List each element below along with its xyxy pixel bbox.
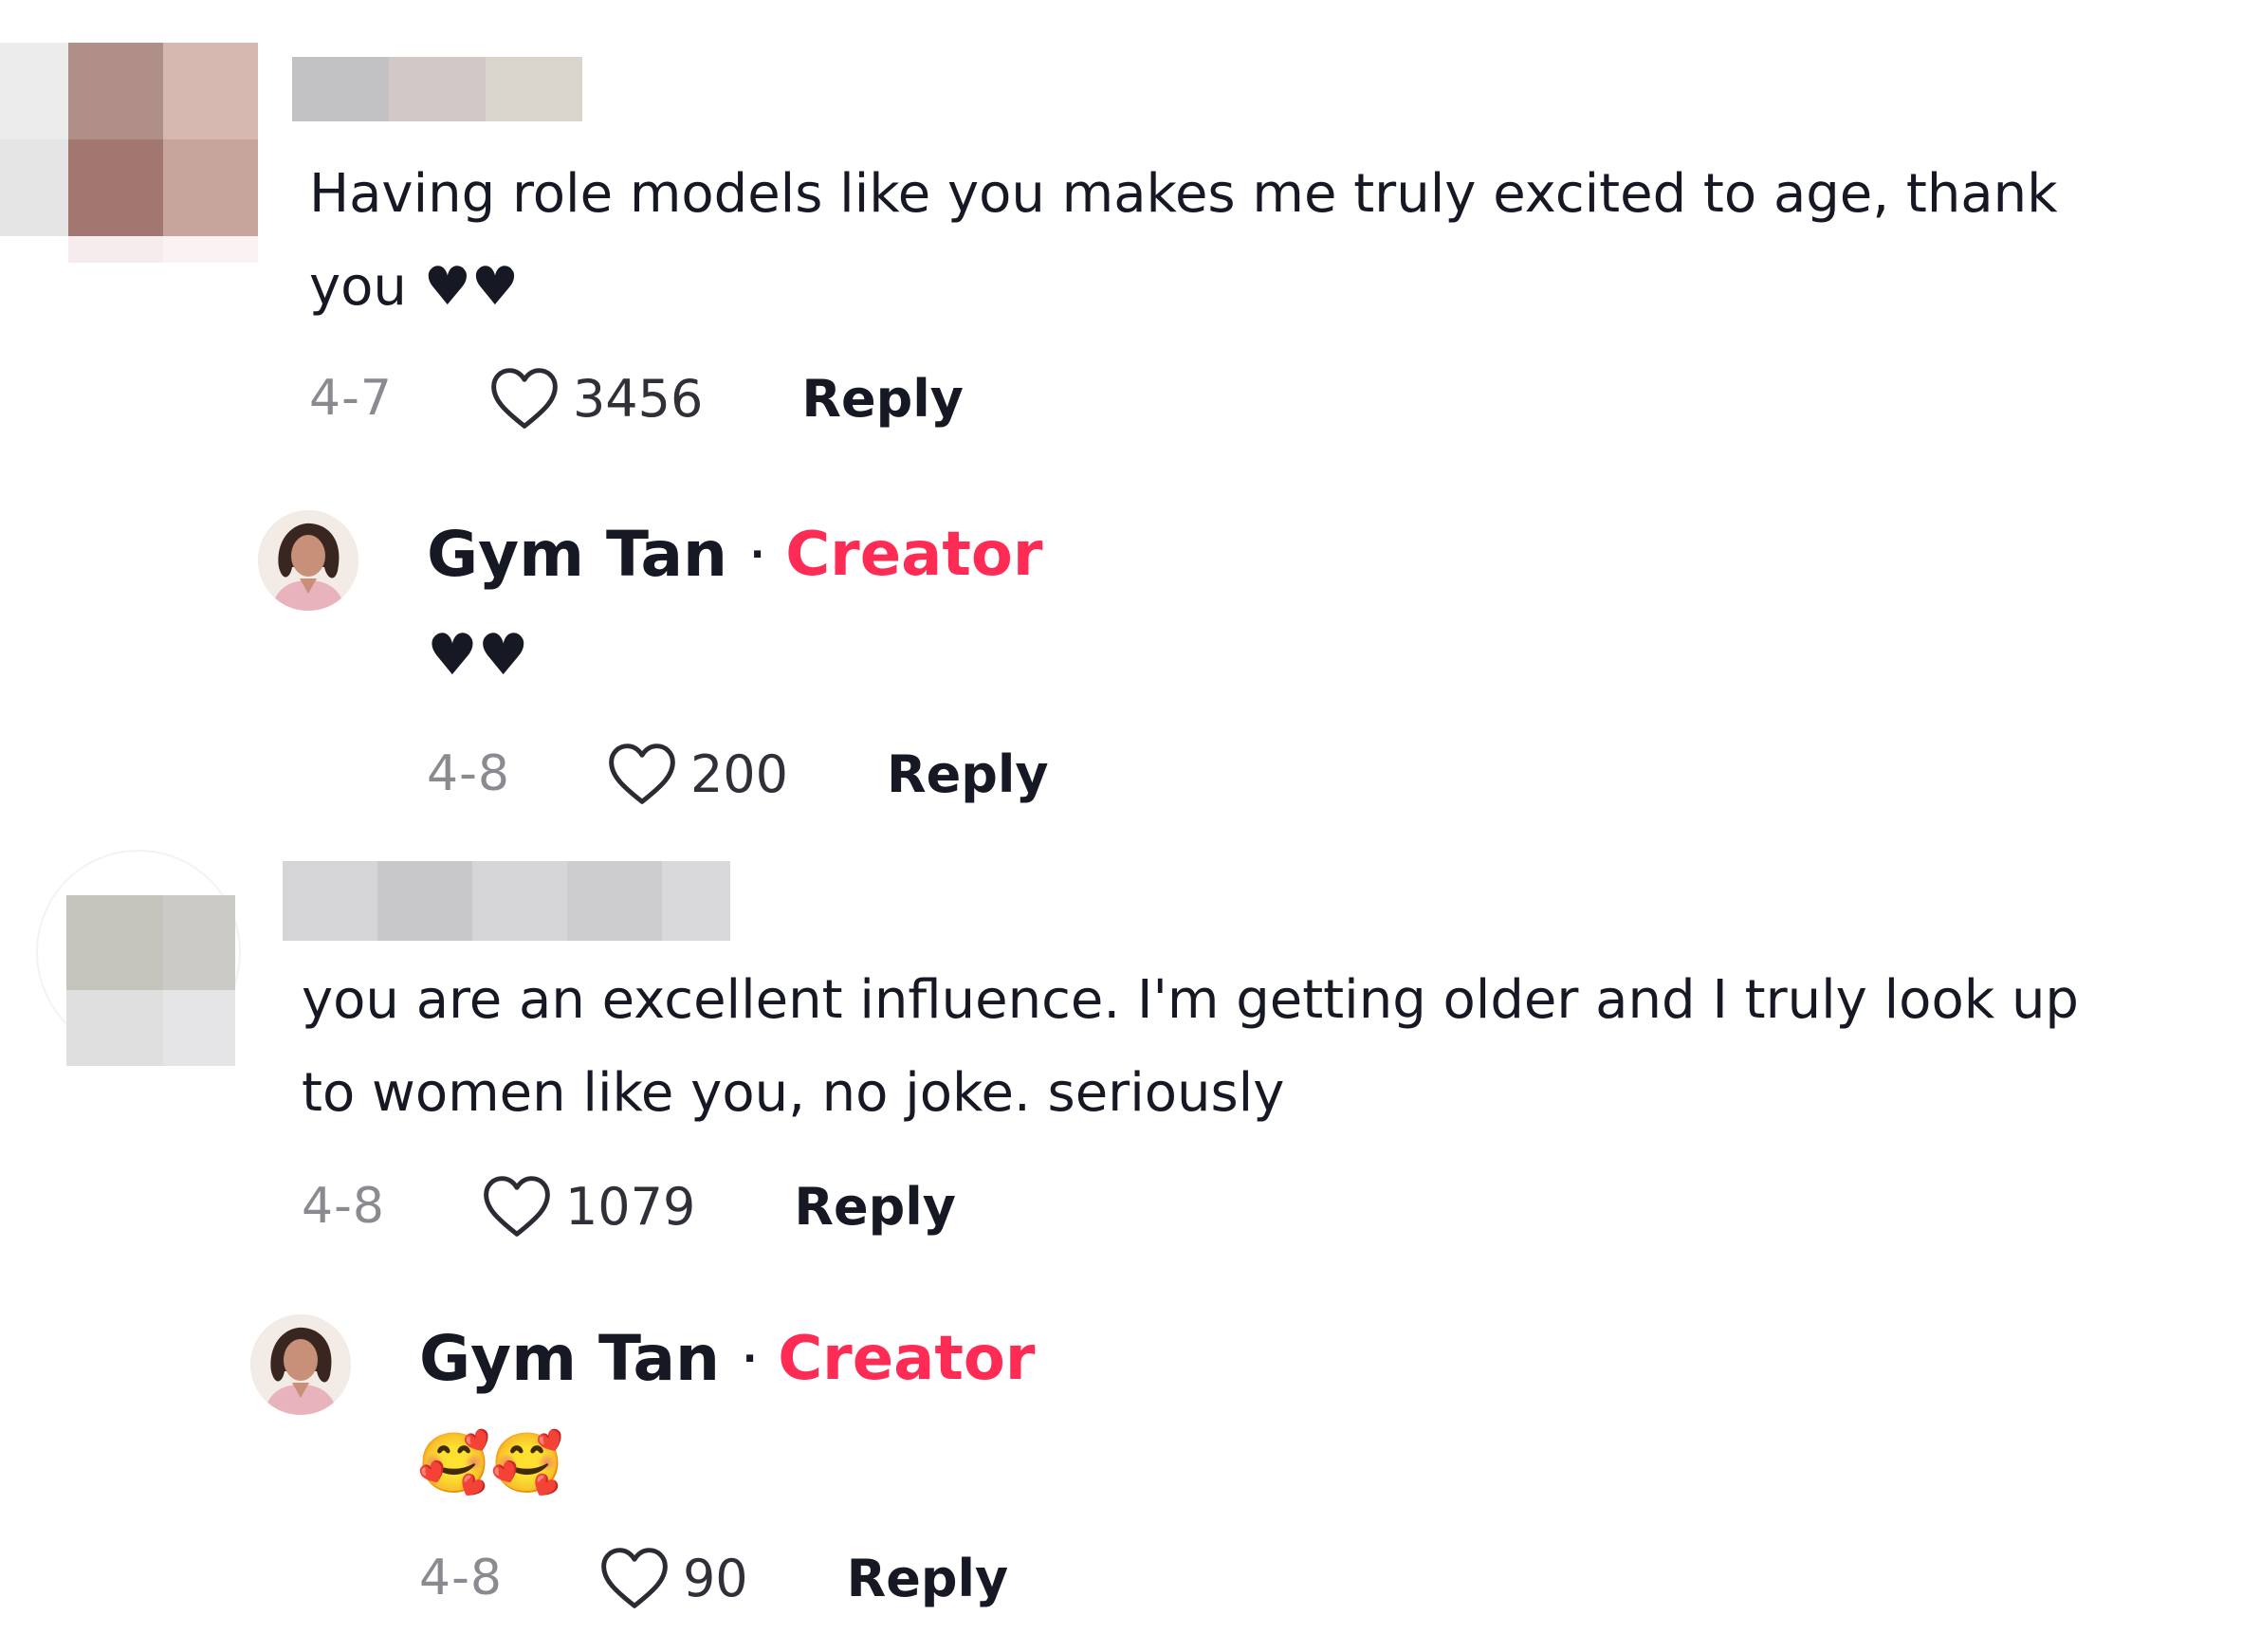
- reply-date: 4-8: [427, 745, 510, 802]
- creator-username[interactable]: Gym Tan: [427, 518, 727, 591]
- commenter-username-blurred[interactable]: [283, 861, 730, 941]
- creator-username[interactable]: Gym Tan: [419, 1322, 720, 1395]
- heart-outline-icon[interactable]: [482, 1174, 552, 1239]
- commenter-username-blurred[interactable]: [292, 57, 582, 121]
- reply-button[interactable]: Reply: [847, 1549, 1009, 1608]
- reply-meta: 4-8 200 Reply: [427, 736, 1049, 812]
- heart-outline-icon[interactable]: [599, 1546, 670, 1610]
- like-button[interactable]: 200: [607, 742, 788, 806]
- creator-badge: Creator: [785, 519, 1043, 590]
- like-button[interactable]: 3456: [489, 366, 703, 431]
- like-button[interactable]: 1079: [482, 1174, 695, 1239]
- heart-outline-icon[interactable]: [489, 366, 560, 431]
- heart-outline-icon[interactable]: [607, 742, 677, 806]
- comment-text-line: Having role models like you makes me tru…: [309, 163, 2058, 225]
- comment-text-line: you ♥♥: [309, 256, 520, 318]
- creator-avatar-image: [250, 1314, 351, 1415]
- reply-meta: 4-8 90 Reply: [419, 1540, 1008, 1616]
- commenter-avatar-blurred[interactable]: [0, 43, 258, 263]
- reply-button[interactable]: Reply: [887, 744, 1049, 804]
- like-count: 200: [689, 743, 789, 804]
- comment-text: you are an excellent influence. I'm gett…: [302, 954, 2079, 1140]
- reply-button[interactable]: Reply: [794, 1177, 956, 1237]
- reply-button[interactable]: Reply: [801, 369, 964, 429]
- creator-badge: Creator: [778, 1323, 1036, 1394]
- creator-name-row: Gym Tan · Creator: [419, 1322, 1035, 1395]
- like-count: 1079: [564, 1176, 696, 1237]
- comment-text: Having role models like you makes me tru…: [309, 148, 2058, 334]
- creator-name-row: Gym Tan · Creator: [427, 518, 1042, 591]
- comment-date: 4-8: [302, 1178, 385, 1235]
- reply-text: 🥰🥰: [417, 1428, 564, 1497]
- separator-dot: ·: [749, 532, 765, 577]
- creator-avatar[interactable]: [250, 1314, 351, 1415]
- comment-text-line: to women like you, no joke. seriously: [302, 1062, 1285, 1124]
- reply-text: ♥♥: [427, 622, 529, 688]
- like-count: 3456: [572, 368, 704, 429]
- creator-avatar[interactable]: [258, 510, 358, 611]
- comment-meta: 4-8 1079 Reply: [302, 1168, 956, 1244]
- separator-dot: ·: [742, 1336, 758, 1381]
- comment-date: 4-7: [309, 370, 393, 427]
- reply-date: 4-8: [419, 1550, 503, 1606]
- like-count: 90: [682, 1548, 748, 1608]
- creator-avatar-image: [258, 510, 358, 611]
- comment-meta: 4-7 3456 Reply: [309, 360, 964, 436]
- like-button[interactable]: 90: [599, 1546, 748, 1610]
- comment-text-line: you are an excellent influence. I'm gett…: [302, 969, 2079, 1031]
- commenter-avatar-blurred[interactable]: [66, 895, 235, 1066]
